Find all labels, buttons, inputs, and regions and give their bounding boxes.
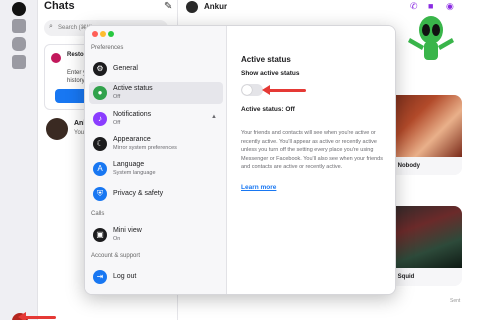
item-label: Language: [113, 161, 145, 168]
info-icon[interactable]: ◉: [446, 1, 454, 12]
settings-item-log-out[interactable]: ⇥ Log out: [89, 266, 223, 288]
warning-icon: ▲: [211, 114, 217, 120]
requests-icon[interactable]: [12, 37, 26, 51]
marketplace-icon[interactable]: [12, 19, 26, 33]
shield-icon: ⛨: [93, 187, 107, 201]
close-window-button[interactable]: [92, 31, 98, 37]
item-label: Privacy & safety: [113, 190, 164, 197]
annotation-arrow: [18, 312, 56, 320]
log-out-icon: ⇥: [93, 270, 107, 284]
learn-more-link[interactable]: Learn more: [241, 184, 276, 191]
active-status-toggle[interactable]: [241, 84, 263, 96]
item-label: Notifications: [113, 111, 152, 118]
lock-icon: [51, 53, 61, 63]
item-label: Mini view: [113, 227, 142, 234]
show-active-status-label: Show active status: [241, 70, 300, 77]
mini-view-icon: ▣: [93, 228, 107, 242]
section-calls: Calls: [91, 211, 105, 217]
settings-nav: Preferences ⚙ General ● Active status Of…: [85, 26, 227, 294]
bell-icon: ♪: [93, 112, 107, 126]
globe-icon: A: [93, 162, 107, 176]
annotation-arrow: [262, 85, 306, 95]
item-sub: Off: [113, 120, 121, 126]
sent-status: Sent: [450, 298, 461, 304]
chats-icon[interactable]: [12, 2, 26, 16]
toggle-knob: [242, 85, 252, 95]
avatar: [46, 118, 68, 140]
active-status-panel: Active status Show active status Active …: [228, 26, 395, 294]
conversation-name[interactable]: Ankur: [204, 2, 227, 11]
phone-icon[interactable]: ✆: [410, 1, 418, 12]
item-sub: System language: [113, 170, 156, 176]
item-label: Active status: [113, 85, 153, 92]
item-label: General: [113, 65, 138, 72]
compose-icon[interactable]: ✎: [164, 1, 172, 12]
gear-icon: ⚙: [93, 62, 107, 76]
item-label: Appearance: [113, 136, 151, 143]
settings-item-general[interactable]: ⚙ General: [89, 58, 223, 80]
settings-item-appearance[interactable]: ☾ Appearance Mirror system preferences: [89, 133, 223, 155]
settings-item-language[interactable]: A Language System language: [89, 158, 223, 180]
section-account: Account & support: [91, 253, 141, 259]
item-label: Log out: [113, 273, 137, 280]
active-status-description: Your friends and contacts will see when …: [241, 130, 383, 170]
item-sub: On: [113, 236, 121, 242]
settings-dialog: Preferences ⚙ General ● Active status Of…: [84, 25, 396, 295]
settings-item-privacy[interactable]: ⛨ Privacy & safety: [89, 183, 223, 205]
settings-item-active-status[interactable]: ● Active status Off: [89, 82, 223, 104]
zoom-window-button[interactable]: [108, 31, 114, 37]
alien-sticker: [408, 16, 454, 60]
video-icon[interactable]: ■: [428, 1, 433, 11]
item-sub: Mirror system preferences: [113, 145, 177, 151]
item-sub: Off: [113, 94, 121, 100]
minimize-window-button[interactable]: [100, 31, 106, 37]
chats-title: Chats: [44, 0, 75, 12]
conversation-header: Ankur ✆ ■ ◉: [178, 0, 480, 14]
app-rail: [0, 0, 38, 320]
section-preferences: Preferences: [91, 45, 124, 51]
archive-icon[interactable]: [12, 55, 26, 69]
settings-item-mini-view[interactable]: ▣ Mini view On: [89, 224, 223, 246]
search-icon: ⌕: [49, 23, 53, 30]
settings-item-notifications[interactable]: ♪ Notifications Off ▲: [89, 108, 223, 130]
active-status-icon: ●: [93, 86, 107, 100]
avatar[interactable]: [186, 1, 198, 13]
active-status-text: Active status: Off: [241, 106, 295, 113]
panel-title: Active status: [241, 55, 291, 64]
moon-icon: ☾: [93, 137, 107, 151]
